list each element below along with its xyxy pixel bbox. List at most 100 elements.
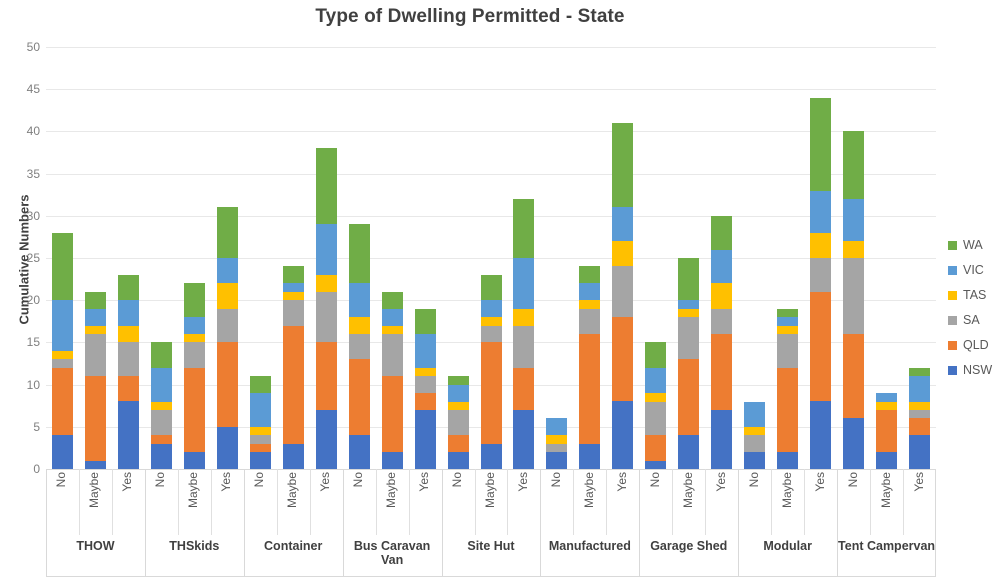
bar-segment-nsw <box>480 443 502 469</box>
bar-segment-wa <box>51 232 73 301</box>
stacked-bar[interactable] <box>348 224 370 469</box>
bar-segment-tas <box>282 291 304 301</box>
bar-segment-tas <box>744 426 766 436</box>
bar-segment-wa <box>711 215 733 250</box>
bar-segment-wa <box>645 342 667 368</box>
legend-item-vic[interactable]: VIC <box>948 258 1000 283</box>
bar-segment-qld <box>348 359 370 436</box>
bar-segment-qld <box>84 376 106 461</box>
axis-sub-tick <box>375 469 377 535</box>
bar-segment-nsw <box>645 460 667 469</box>
category-group-label: THOW <box>76 539 115 553</box>
bar-segment-nsw <box>744 452 766 469</box>
stacked-bar[interactable] <box>777 308 799 469</box>
legend-swatch-icon <box>948 316 957 325</box>
axis-sub-tick <box>276 469 278 535</box>
bar-segment-vic <box>678 300 700 309</box>
stacked-bar[interactable] <box>711 215 733 469</box>
y-axis-tick-label: 10 <box>26 377 40 392</box>
bar-segment-nsw <box>810 401 832 469</box>
category-sub-label: No <box>746 472 761 488</box>
axis-sub-tick <box>705 469 707 535</box>
bar-segment-tas <box>612 241 634 267</box>
stacked-bar[interactable] <box>315 148 337 469</box>
bar-segment-qld <box>645 435 667 461</box>
stacked-bar[interactable] <box>612 123 634 469</box>
stacked-bar[interactable] <box>414 308 436 469</box>
bar-segment-nsw <box>216 426 238 469</box>
bar-segment-sa <box>909 409 931 419</box>
y-axis-tick-label: 50 <box>26 40 40 54</box>
stacked-bar[interactable] <box>810 97 832 469</box>
category-sub-label: No <box>548 472 563 488</box>
bar-segment-vic <box>843 198 865 242</box>
bar-segment-tas <box>447 401 469 410</box>
bar-segment-tas <box>381 325 403 334</box>
stacked-bar[interactable] <box>678 258 700 469</box>
stacked-bar[interactable] <box>183 283 205 469</box>
legend-item-sa[interactable]: SA <box>948 308 1000 333</box>
legend-item-tas[interactable]: TAS <box>948 283 1000 308</box>
bar-segment-tas <box>51 350 73 360</box>
bar-segment-qld <box>579 333 601 444</box>
axis-group-tick <box>837 469 839 577</box>
bar-segment-tas <box>579 300 601 309</box>
stacked-bar[interactable] <box>579 266 601 469</box>
bar-segment-vic <box>348 283 370 318</box>
stacked-bar[interactable] <box>84 291 106 469</box>
legend-item-wa[interactable]: WA <box>948 233 1000 258</box>
bar-segment-qld <box>612 317 634 402</box>
stacked-bar[interactable] <box>909 367 931 469</box>
stacked-bar[interactable] <box>480 274 502 469</box>
stacked-bar[interactable] <box>513 198 535 469</box>
bar-segment-tas <box>315 274 337 292</box>
bar-segment-sa <box>777 333 799 368</box>
stacked-bar[interactable] <box>150 342 172 469</box>
stacked-bar[interactable] <box>843 131 865 469</box>
bar-segment-sa <box>183 342 205 368</box>
category-sub-label: Yes <box>812 472 827 492</box>
bar-segment-vic <box>480 300 502 318</box>
stacked-bar[interactable] <box>282 266 304 469</box>
legend-item-qld[interactable]: QLD <box>948 333 1000 358</box>
bar-segment-wa <box>84 291 106 309</box>
bar-segment-qld <box>480 342 502 444</box>
stacked-bar[interactable] <box>381 291 403 469</box>
stacked-bar[interactable] <box>645 342 667 469</box>
axis-group-tick <box>144 469 146 577</box>
category-sub-label: No <box>252 472 267 488</box>
bar-segment-sa <box>843 258 865 334</box>
bar-segment-nsw <box>678 435 700 469</box>
bar-segment-qld <box>447 435 469 453</box>
stacked-bar[interactable] <box>249 376 271 469</box>
stacked-bar[interactable] <box>216 207 238 469</box>
chart-title: Type of Dwelling Permitted - State <box>315 6 625 27</box>
bar-segment-tas <box>216 283 238 309</box>
stacked-bar[interactable] <box>876 393 898 469</box>
stacked-bar[interactable] <box>51 232 73 469</box>
bar-segment-nsw <box>150 443 172 469</box>
stacked-bar[interactable] <box>744 401 766 469</box>
bar-segment-nsw <box>711 409 733 469</box>
stacked-bar[interactable] <box>117 274 139 469</box>
category-sub-label: Yes <box>219 472 234 492</box>
bar-segment-nsw <box>777 452 799 469</box>
category-sub-label: No <box>351 472 366 488</box>
bar-segment-qld <box>381 376 403 453</box>
axis-sub-tick <box>111 469 113 535</box>
stacked-bar[interactable] <box>447 376 469 469</box>
axis-group-tick <box>243 469 245 577</box>
legend-item-nsw[interactable]: NSW <box>948 358 1000 383</box>
bar-segment-vic <box>183 317 205 334</box>
bar-segment-tas <box>711 283 733 309</box>
category-sub-label: Maybe <box>186 472 201 509</box>
bar-segment-sa <box>381 333 403 377</box>
stacked-bar[interactable] <box>546 418 568 469</box>
bar-segment-tas <box>645 393 667 402</box>
bar-segment-qld <box>150 435 172 444</box>
bar-segment-nsw <box>909 435 931 469</box>
bar-segment-wa <box>447 376 469 385</box>
bar-segment-vic <box>612 207 634 242</box>
bar-segment-qld <box>414 393 436 410</box>
bar-segment-wa <box>843 131 865 199</box>
